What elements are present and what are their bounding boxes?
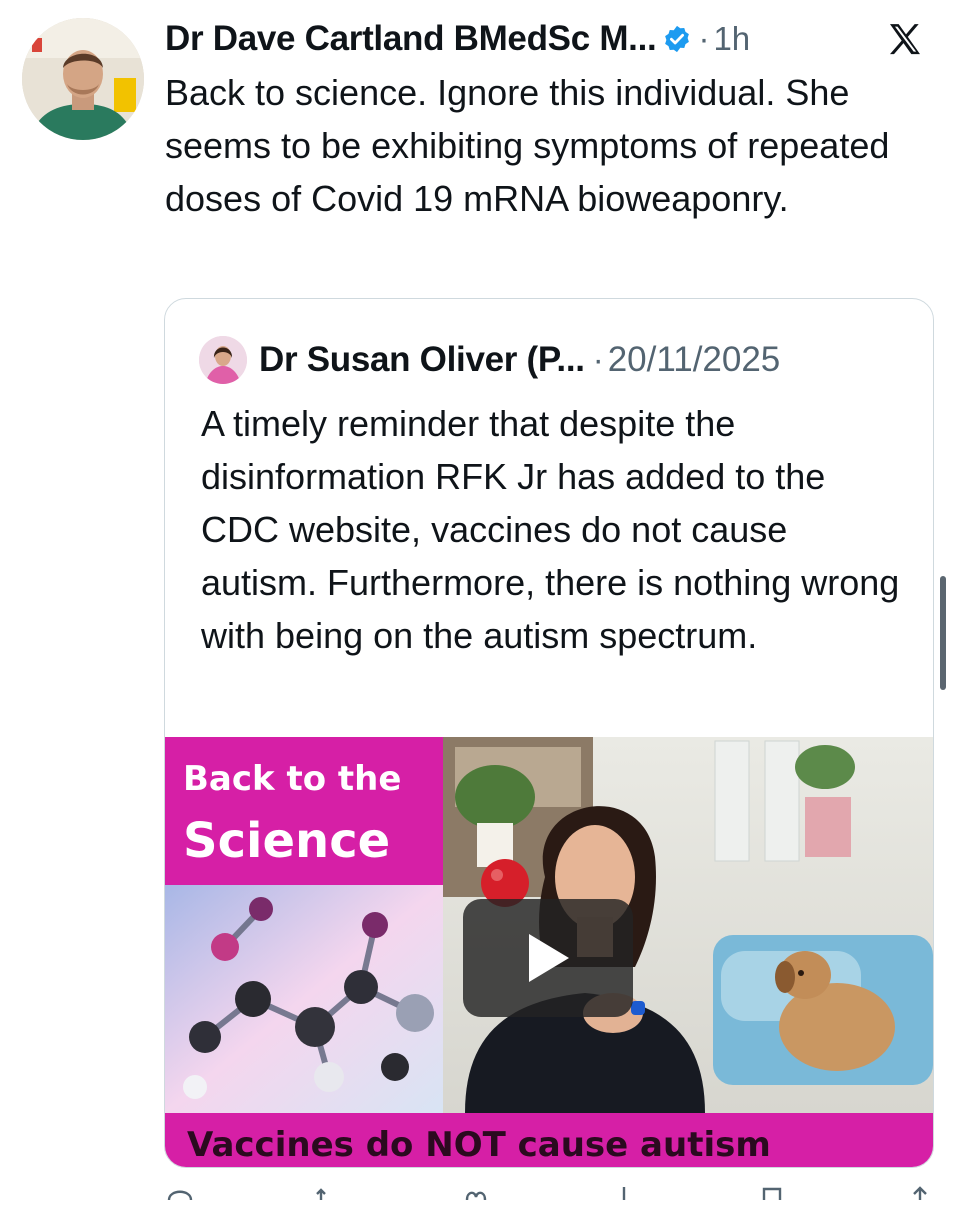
action-bar bbox=[165, 1185, 935, 1201]
quoted-separator-dot: · bbox=[592, 341, 604, 378]
video-thumbnail[interactable]: Back to the Science Vaccines do NOT caus… bbox=[165, 737, 933, 1167]
reply-icon[interactable] bbox=[165, 1185, 195, 1201]
scrollbar-thumb[interactable] bbox=[940, 576, 946, 690]
repost-icon[interactable] bbox=[313, 1185, 343, 1200]
share-icon[interactable] bbox=[905, 1185, 935, 1200]
quoted-tweet-header: Dr Susan Oliver (P... · 20/11/2025 bbox=[199, 335, 780, 385]
quoted-avatar-photo bbox=[199, 336, 247, 384]
timestamp[interactable]: 1h bbox=[713, 20, 750, 58]
tweet-header: Dr Dave Cartland BMedSc M... · 1h bbox=[165, 14, 935, 64]
thumbnail-title-line2: Science bbox=[183, 813, 391, 869]
separator-dot: · bbox=[698, 20, 710, 57]
quoted-tweet-text: A timely reminder that despite the disin… bbox=[201, 403, 900, 656]
quoted-date: 20/11/2025 bbox=[607, 340, 781, 379]
bookmark-icon[interactable] bbox=[757, 1185, 787, 1200]
tweet-text: Back to science. Ignore this individual.… bbox=[165, 72, 890, 219]
verified-badge-icon bbox=[665, 25, 690, 53]
views-icon[interactable] bbox=[609, 1185, 639, 1200]
play-button[interactable] bbox=[463, 899, 633, 1017]
like-icon[interactable] bbox=[461, 1185, 491, 1201]
x-logo-icon[interactable] bbox=[885, 20, 925, 60]
avatar-photo bbox=[22, 18, 144, 140]
thumbnail-title-line1: Back to the bbox=[183, 759, 402, 799]
quoted-author-name[interactable]: Dr Susan Oliver (P... bbox=[259, 340, 585, 380]
thumbnail-caption: Vaccines do NOT cause autism bbox=[187, 1125, 771, 1165]
quoted-tweet-card[interactable]: Dr Susan Oliver (P... · 20/11/2025 A tim… bbox=[164, 298, 934, 1168]
play-icon bbox=[529, 934, 569, 982]
author-name[interactable]: Dr Dave Cartland BMedSc M... bbox=[165, 19, 657, 59]
avatar[interactable] bbox=[22, 18, 144, 140]
quoted-author-avatar[interactable] bbox=[199, 336, 247, 384]
